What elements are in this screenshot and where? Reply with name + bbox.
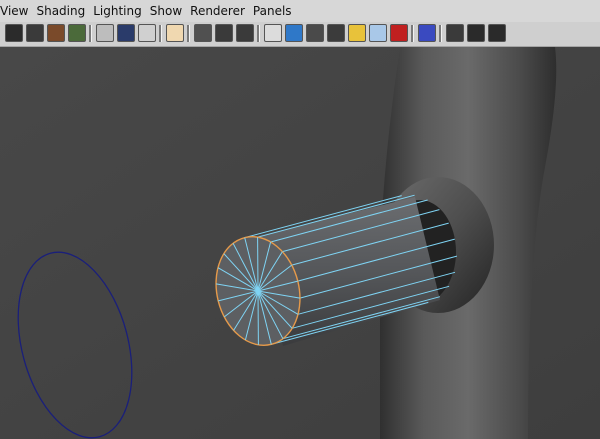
toolbar-separator bbox=[89, 25, 92, 42]
grid-toggle-icon[interactable] bbox=[467, 24, 485, 42]
toolbar-separator bbox=[187, 25, 190, 42]
bookmarks-icon[interactable] bbox=[47, 24, 65, 42]
toolbar-separator bbox=[257, 25, 260, 42]
camera-attributes-icon[interactable] bbox=[26, 24, 44, 42]
use-lights-icon[interactable] bbox=[348, 24, 366, 42]
wireframe-icon[interactable] bbox=[264, 24, 282, 42]
menu-shading[interactable]: Shading bbox=[32, 0, 89, 22]
toolbar-separator bbox=[439, 25, 442, 42]
3d-viewport[interactable] bbox=[0, 47, 600, 439]
resolution-gate-icon[interactable] bbox=[138, 24, 156, 42]
safe-action-icon[interactable] bbox=[215, 24, 233, 42]
smooth-shade-icon[interactable] bbox=[285, 24, 303, 42]
flat-shade-icon[interactable] bbox=[306, 24, 324, 42]
image-plane-icon[interactable] bbox=[68, 24, 86, 42]
toolbar-separator bbox=[411, 25, 414, 42]
textured-icon[interactable] bbox=[390, 24, 408, 42]
menu-lighting[interactable]: Lighting bbox=[89, 0, 146, 22]
gate-mask-icon[interactable] bbox=[166, 24, 184, 42]
safe-title-icon[interactable] bbox=[236, 24, 254, 42]
viewport-menu-bar: View Shading Lighting Show Renderer Pane… bbox=[0, 0, 600, 23]
field-chart-icon[interactable] bbox=[194, 24, 212, 42]
toolbar-separator bbox=[159, 25, 162, 42]
xray-icon[interactable] bbox=[369, 24, 387, 42]
grid-icon[interactable] bbox=[96, 24, 114, 42]
film-gate-icon[interactable] bbox=[117, 24, 135, 42]
menu-show[interactable]: Show bbox=[146, 0, 186, 22]
isolate-select-icon[interactable] bbox=[418, 24, 436, 42]
backface-cull-icon[interactable] bbox=[446, 24, 464, 42]
menu-panels[interactable]: Panels bbox=[249, 0, 296, 22]
menu-renderer[interactable]: Renderer bbox=[186, 0, 249, 22]
menu-view[interactable]: View bbox=[0, 0, 32, 22]
viewport-toolbar bbox=[0, 22, 600, 47]
shade-wireframe-icon[interactable] bbox=[327, 24, 345, 42]
depth-of-field-icon[interactable] bbox=[488, 24, 506, 42]
select-camera-icon[interactable] bbox=[5, 24, 23, 42]
